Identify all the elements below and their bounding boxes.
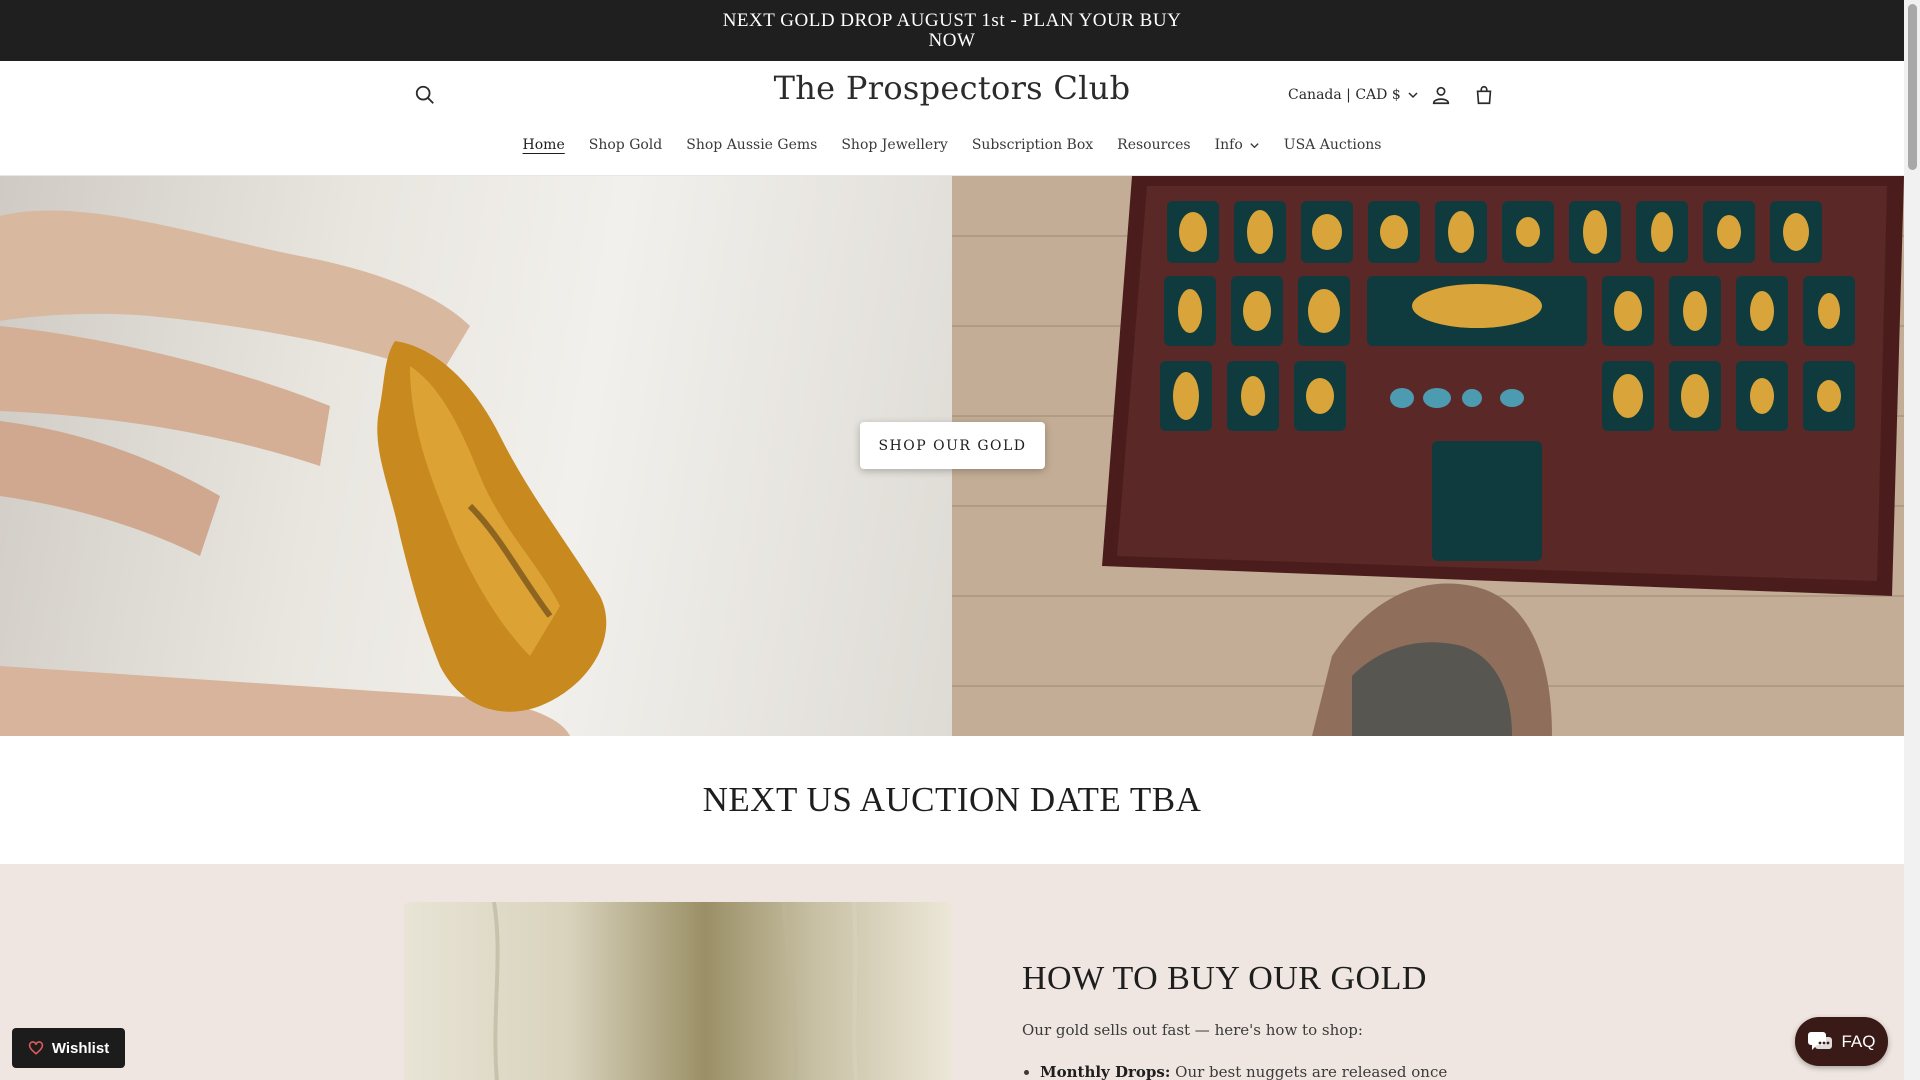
nav-item-label: Shop Gold <box>588 137 663 153</box>
shop-our-gold-button[interactable]: SHOP OUR GOLD <box>860 422 1045 469</box>
scrollbar-thumb[interactable] <box>1908 4 1917 170</box>
announcement-text: NEXT GOLD DROP AUGUST 1st - PLAN YOUR BU… <box>722 9 1182 51</box>
search-icon <box>415 85 434 104</box>
account-icon <box>1432 86 1450 105</box>
site-header: The Prospectors Club Canada | CAD $ Home… <box>0 61 1904 176</box>
country-selector[interactable]: Canada | CAD $ <box>1288 80 1419 110</box>
nav-item-label: Resources <box>1117 137 1191 153</box>
hero-banner: SHOP OUR GOLD <box>0 176 1904 736</box>
how-to-buy-intro: Our gold sells out fast — here's how to … <box>1022 1021 1363 1039</box>
cart-button[interactable] <box>1467 78 1501 112</box>
nugget-tray-illustration <box>952 176 1904 736</box>
auction-announcement: NEXT US AUCTION DATE TBA <box>0 736 1904 864</box>
chat-icon <box>1808 1031 1833 1050</box>
nav-item-usa-auctions[interactable]: USA Auctions <box>1272 131 1394 159</box>
list-item-text: Our best nuggets are released once <box>1170 1063 1448 1080</box>
nav-item-shop-gold[interactable]: Shop Gold <box>577 131 675 159</box>
auction-heading: NEXT US AUCTION DATE TBA <box>702 780 1202 819</box>
wishlist-button[interactable]: Wishlist <box>12 1028 125 1068</box>
chevron-down-icon <box>1250 142 1259 148</box>
nav-item-label: Home <box>522 137 565 153</box>
site-logo[interactable]: The Prospectors Club <box>700 69 1204 107</box>
nav-item-subscription-box[interactable]: Subscription Box <box>960 131 1105 159</box>
nav-item-info[interactable]: Info <box>1203 131 1272 159</box>
nav-item-label: Subscription Box <box>971 137 1094 153</box>
how-to-buy-list: Monthly Drops: Our best nuggets are rele… <box>1040 1063 1447 1080</box>
nav-item-label: Shop Aussie Gems <box>686 137 818 153</box>
search-button[interactable] <box>408 78 442 112</box>
nav-item-home[interactable]: Home <box>511 131 577 159</box>
how-to-buy-title: HOW TO BUY OUR GOLD <box>1022 960 1427 997</box>
faq-label: FAQ <box>1841 1031 1876 1051</box>
account-button[interactable] <box>1424 78 1458 112</box>
how-to-buy-image <box>404 902 952 1080</box>
cart-icon <box>1476 85 1492 105</box>
nav-item-shop-jewellery[interactable]: Shop Jewellery <box>829 131 959 159</box>
main-nav: Home Shop Gold Shop Aussie Gems Shop Jew… <box>0 131 1904 159</box>
wishlist-label: Wishlist <box>51 1039 110 1057</box>
how-to-buy-section: HOW TO BUY OUR GOLD Our gold sells out f… <box>0 864 1904 1080</box>
list-item-title: Monthly Drops: <box>1040 1063 1171 1080</box>
faq-button[interactable]: FAQ <box>1795 1017 1888 1066</box>
hero-image-gold-nugget-display-tray <box>952 176 1904 736</box>
nav-item-shop-aussie-gems[interactable]: Shop Aussie Gems <box>674 131 829 159</box>
list-item: Monthly Drops: Our best nuggets are rele… <box>1040 1063 1447 1080</box>
gold-nugget-illustration <box>0 210 607 736</box>
nav-item-label: Info <box>1214 137 1243 153</box>
country-selector-label: Canada | CAD $ <box>1288 87 1401 103</box>
nav-item-label: Shop Jewellery <box>841 137 948 153</box>
chevron-down-icon <box>1408 92 1418 99</box>
announcement-bar: NEXT GOLD DROP AUGUST 1st - PLAN YOUR BU… <box>0 0 1904 61</box>
heart-icon <box>28 1041 43 1055</box>
fabric-illustration <box>492 902 859 1080</box>
hero-image-gold-nugget-in-hand <box>0 176 952 736</box>
nav-item-resources[interactable]: Resources <box>1105 131 1202 159</box>
page-scrollbar[interactable] <box>1904 0 1920 1080</box>
nav-item-label: USA Auctions <box>1283 137 1382 153</box>
